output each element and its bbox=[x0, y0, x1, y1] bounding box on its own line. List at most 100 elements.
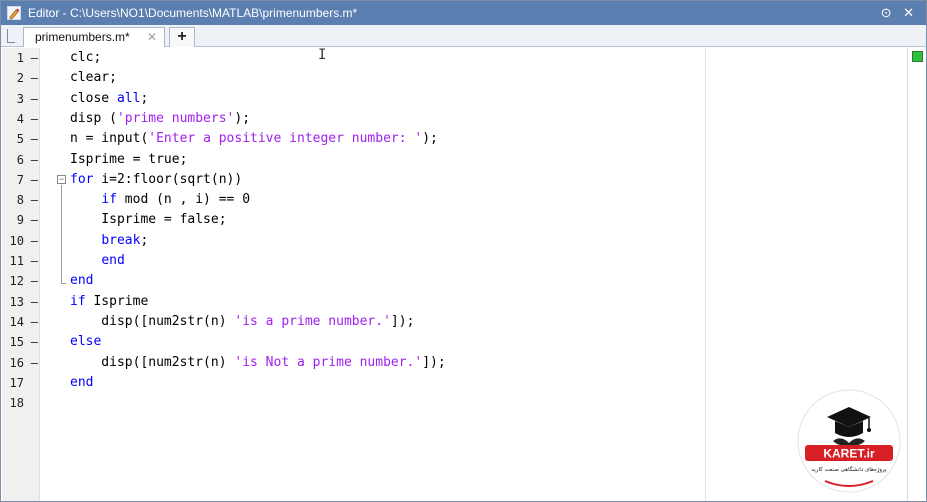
line-number-row[interactable]: 12– bbox=[2, 271, 40, 291]
breakpoint-marker[interactable]: – bbox=[31, 92, 38, 106]
line-number: 3 bbox=[16, 91, 24, 106]
line-number-row[interactable]: 8– bbox=[2, 190, 40, 210]
breakpoint-marker[interactable]: – bbox=[31, 173, 38, 187]
fold-guide-end bbox=[61, 283, 66, 284]
code-line[interactable]: disp ('prime numbers'); bbox=[70, 109, 250, 129]
breakpoint-marker[interactable]: – bbox=[31, 112, 38, 126]
breakpoint-marker[interactable]: – bbox=[31, 153, 38, 167]
line-number-row[interactable]: 15– bbox=[2, 332, 40, 352]
breakpoint-marker[interactable]: – bbox=[31, 213, 38, 227]
line-number-row[interactable]: 1– bbox=[2, 48, 40, 68]
keyword: end bbox=[70, 374, 94, 390]
breakpoint-marker[interactable]: – bbox=[31, 132, 38, 146]
line-number: 8 bbox=[16, 193, 24, 208]
breakpoint-marker[interactable]: – bbox=[31, 254, 38, 268]
code-line[interactable]: Isprime = false; bbox=[70, 210, 226, 230]
keyword: break bbox=[101, 232, 141, 248]
string-literal: 'Enter a positive integer number: ' bbox=[148, 131, 423, 147]
code-line[interactable]: end bbox=[70, 251, 125, 271]
line-number-row[interactable]: 2– bbox=[2, 68, 40, 88]
line-number: 13 bbox=[9, 294, 24, 309]
keyword: all bbox=[116, 90, 141, 106]
line-number: 6 bbox=[16, 152, 24, 167]
line-number-row[interactable]: 11– bbox=[2, 251, 40, 271]
code-line[interactable]: close all; bbox=[70, 89, 148, 109]
keyword: else bbox=[70, 334, 102, 350]
line-number-row[interactable]: 6– bbox=[2, 150, 40, 170]
breakpoint-marker[interactable]: – bbox=[31, 274, 38, 288]
breakpoint-marker[interactable]: – bbox=[31, 356, 38, 370]
keyword: if bbox=[101, 192, 117, 208]
string-literal: 'prime numbers' bbox=[116, 110, 235, 126]
breakpoint-marker[interactable]: – bbox=[31, 295, 38, 309]
line-number-row[interactable]: 7– bbox=[2, 170, 40, 190]
code-line[interactable]: else bbox=[70, 332, 101, 352]
keyword: if bbox=[70, 293, 86, 309]
line-number-row[interactable]: 16– bbox=[2, 353, 40, 373]
line-number-gutter: 1–2–3–4–5–6–7–8–9–10–11–12–13–14–15–16–1… bbox=[2, 48, 40, 501]
line-number: 11 bbox=[9, 254, 24, 268]
add-tab-button[interactable]: + bbox=[169, 27, 195, 47]
tab-label: primenumbers.m* bbox=[35, 30, 130, 44]
breakpoint-marker[interactable]: – bbox=[31, 71, 38, 85]
line-number-row[interactable]: 9– bbox=[2, 210, 40, 230]
code-line[interactable]: end bbox=[70, 271, 93, 291]
line-number: 16 bbox=[9, 355, 24, 370]
code-line[interactable]: Isprime = true; bbox=[70, 150, 187, 170]
code-line[interactable]: break; bbox=[70, 231, 148, 251]
line-number: 4 bbox=[16, 111, 24, 126]
keyword: for bbox=[70, 171, 94, 187]
breakpoint-marker[interactable]: – bbox=[31, 234, 38, 248]
code-editor[interactable]: clc; clear; close all; disp ('prime numbers… bbox=[70, 48, 700, 501]
code-line[interactable]: disp([num2str(n) 'is a prime number.']); bbox=[70, 312, 414, 332]
keyword: end bbox=[101, 253, 125, 268]
karet-logo: KARET.ir پروژه‌های دانشگاهی صنعت کارید bbox=[797, 389, 901, 493]
breakpoint-marker[interactable]: – bbox=[31, 193, 38, 207]
code-line[interactable]: if Isprime bbox=[70, 292, 148, 312]
line-number: 15 bbox=[9, 335, 24, 350]
window-controls[interactable]: ⊙ ✕ bbox=[881, 1, 918, 25]
code-line[interactable]: if mod (n , i) == 0 bbox=[70, 190, 250, 210]
code-line[interactable]: n = input('Enter a positive integer numb… bbox=[70, 129, 438, 149]
line-number: 5 bbox=[16, 132, 24, 147]
code-analyzer-status-icon[interactable] bbox=[912, 51, 923, 62]
code-line[interactable]: clc; bbox=[70, 48, 101, 68]
svg-text:پروژه‌های دانشگاهی صنعت کارید: پروژه‌های دانشگاهی صنعت کارید bbox=[811, 466, 887, 473]
svg-text:KARET.ir: KARET.ir bbox=[823, 447, 875, 461]
line-number-row[interactable]: 18 bbox=[2, 393, 40, 413]
editor-window: Editor - C:\Users\NO1\Documents\MATLAB\p… bbox=[0, 0, 927, 502]
editor-app-icon bbox=[7, 6, 21, 20]
line-number: 2 bbox=[16, 71, 24, 86]
line-number-row[interactable]: 4– bbox=[2, 109, 40, 129]
tab-close-icon[interactable]: ✕ bbox=[147, 28, 157, 47]
line-number-row[interactable]: 10– bbox=[2, 231, 40, 251]
title-bar[interactable]: Editor - C:\Users\NO1\Documents\MATLAB\p… bbox=[1, 1, 926, 25]
message-bar[interactable] bbox=[907, 48, 926, 501]
line-number: 17 bbox=[9, 375, 24, 390]
tab-bar: primenumbers.m* ✕ + bbox=[1, 25, 926, 47]
breakpoint-marker[interactable]: – bbox=[31, 335, 38, 349]
code-line[interactable]: for i=2:floor(sqrt(n)) bbox=[70, 170, 242, 190]
fold-guide bbox=[61, 185, 62, 283]
window-title: Editor - C:\Users\NO1\Documents\MATLAB\p… bbox=[28, 6, 358, 20]
code-line[interactable]: clear; bbox=[70, 68, 117, 88]
fold-collapse-icon[interactable]: − bbox=[57, 175, 66, 184]
line-number-row[interactable]: 3– bbox=[2, 89, 40, 109]
line-number-row[interactable]: 17 bbox=[2, 373, 40, 393]
keyword: end bbox=[70, 273, 94, 289]
breakpoint-marker[interactable]: – bbox=[31, 315, 38, 329]
line-number: 7 bbox=[16, 172, 24, 187]
breakpoint-marker[interactable]: – bbox=[31, 51, 38, 65]
tab-primenumbers[interactable]: primenumbers.m* ✕ bbox=[23, 27, 165, 47]
line-number: 14 bbox=[9, 314, 24, 329]
string-literal: 'is Not a prime number.' bbox=[234, 354, 423, 370]
tab-scroll-icon[interactable] bbox=[7, 29, 15, 43]
line-number-row[interactable]: 13– bbox=[2, 292, 40, 312]
string-literal: 'is a prime number.' bbox=[234, 313, 391, 329]
ibeam-cursor-icon: I bbox=[318, 47, 327, 63]
code-line[interactable]: disp([num2str(n) 'is Not a prime number.… bbox=[70, 353, 445, 373]
line-number-row[interactable]: 5– bbox=[2, 129, 40, 149]
line-number: 9 bbox=[16, 213, 24, 228]
line-number-row[interactable]: 14– bbox=[2, 312, 40, 332]
code-line[interactable]: end bbox=[70, 373, 93, 393]
